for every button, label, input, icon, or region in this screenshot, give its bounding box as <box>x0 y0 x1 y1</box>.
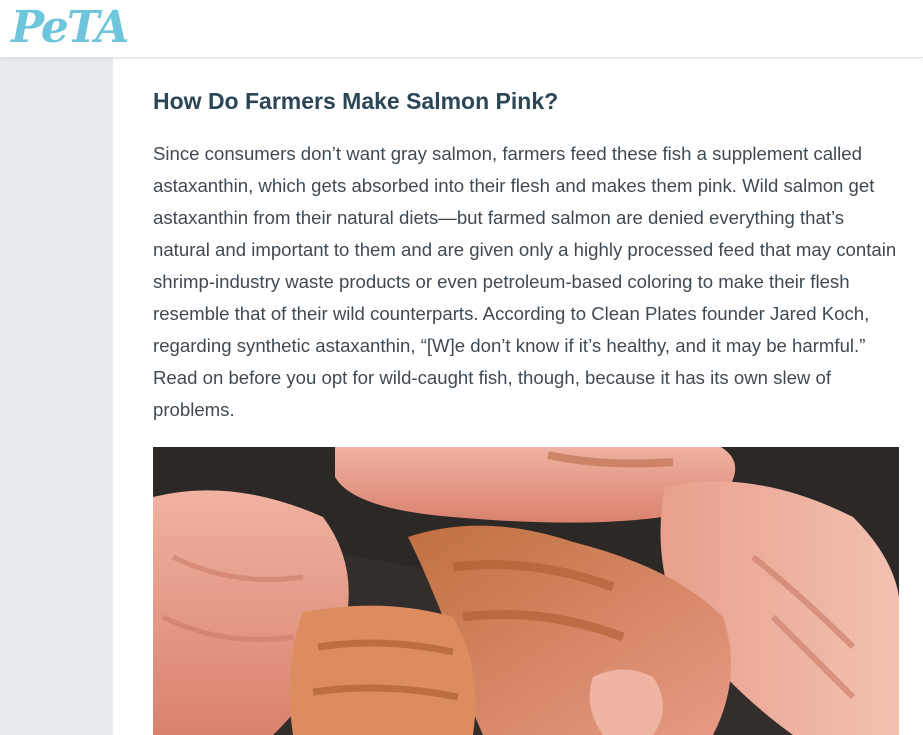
left-sidebar <box>0 58 113 735</box>
salmon-photo <box>153 447 899 735</box>
article-content: How Do Farmers Make Salmon Pink? Since c… <box>113 58 923 735</box>
article-paragraph: Since consumers don’t want gray salmon, … <box>153 143 897 420</box>
article-heading: How Do Farmers Make Salmon Pink? <box>153 88 559 114</box>
fillet-bottom-left <box>289 605 476 735</box>
site-header: PeTA <box>0 0 923 58</box>
salmon-fillets-image <box>153 447 899 735</box>
peta-logo[interactable]: PeTA <box>11 4 129 52</box>
